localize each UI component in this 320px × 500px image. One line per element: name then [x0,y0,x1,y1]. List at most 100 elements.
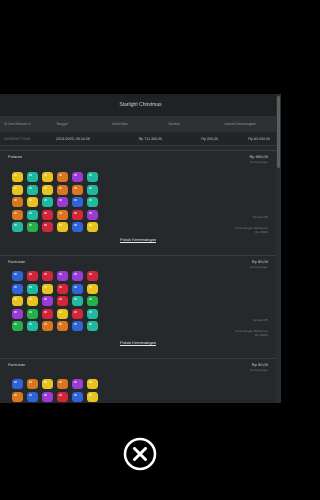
yellow-gem-icon [86,222,98,232]
yellow-gem-icon [26,296,38,306]
round-section: Runtuhan Rp 50,00 Kemenangan [0,358,276,403]
teal-gem-icon [11,222,23,232]
yellow-gem-icon [26,197,38,207]
purple-gem-icon [86,209,98,220]
yellow-gem-icon [41,172,53,182]
purple-gem-icon [11,308,23,319]
red-gem-icon [41,308,53,319]
orange-gem-icon [71,184,83,195]
teal-gem-icon [71,296,83,306]
purple-gem-icon [56,197,68,207]
round-section: Putaran Rp 900,00 Kemenangan Tempat 185 … [0,150,276,254]
round-name: Putaran [8,154,23,159]
blue-gem-icon [71,283,83,294]
teal-gem-icon [26,209,38,220]
blue-gem-icon [26,391,38,402]
round-amount: Rp 50,00 [251,362,268,367]
red-gem-icon [41,271,53,281]
yellow-gem-icon [41,283,53,294]
scroll-thumb[interactable] [277,96,280,168]
modal-title-bar: Starlight Christmas [0,94,281,116]
info-line: Rp 18000 [254,230,268,234]
header-win: Jumlah Dimenangkan [224,122,256,126]
purple-gem-icon [71,379,83,389]
round-amount: Rp 80,00 [251,259,268,264]
purple-gem-icon [41,391,53,402]
round-name: Runtuhan [8,259,26,264]
modal-title: Starlight Christmas [119,102,162,108]
teal-gem-icon [86,172,98,182]
round-amount-label: Kemenangan [250,265,268,269]
blue-gem-icon [71,197,83,207]
win-detail-link[interactable]: Pokok Kemenangan [0,237,276,242]
info-line: Tempat 185 [252,318,268,322]
yellow-gem-icon [56,308,68,319]
orange-gem-icon [56,321,68,331]
purple-gem-icon [71,271,83,281]
header-bet: Taruhan [168,122,180,126]
cell-balance: Rp 711.300,00 [138,136,162,141]
blue-gem-icon [11,379,23,389]
orange-gem-icon [11,391,23,402]
teal-gem-icon [86,321,98,331]
yellow-gem-icon [56,222,68,232]
scrollbar[interactable] [276,94,281,403]
info-line: Rp 18000 [254,333,268,337]
green-gem-icon [11,321,23,331]
teal-gem-icon [26,172,38,182]
cell-date: 22/11/2023, 05.34.35 [56,136,90,141]
symbol-grid [10,378,99,403]
yellow-gem-icon [86,379,98,389]
red-gem-icon [26,271,38,281]
blue-gem-icon [71,222,83,232]
orange-gem-icon [41,321,53,331]
symbol-grid [10,270,99,333]
round-name: Runtuhan [8,362,26,367]
blue-gem-icon [11,271,23,281]
teal-gem-icon [26,184,38,195]
blue-gem-icon [11,283,23,294]
yellow-gem-icon [11,296,23,306]
yellow-gem-icon [11,184,23,195]
teal-gem-icon [86,308,98,319]
round-info: Tempat 185 Kemenangan Berikutnya Rp 1800… [235,318,268,337]
teal-gem-icon [26,321,38,331]
round-info: Tempat 185 Kemenangan Berikutnya Rp 1800… [235,215,268,234]
yellow-gem-icon [86,283,98,294]
symbol-grid [10,171,99,234]
red-gem-icon [56,296,68,306]
yellow-gem-icon [41,379,53,389]
teal-gem-icon [86,197,98,207]
orange-gem-icon [11,197,23,207]
green-gem-icon [26,222,38,232]
header-balance: Saldo Baru [112,122,129,126]
table-header: ID Sesi Bermain # Tanggal Saldo Baru Tar… [0,116,281,132]
red-gem-icon [41,222,53,232]
cell-bet: Rp 200,00 [201,136,218,141]
orange-gem-icon [56,172,68,182]
info-line: Tempat 185 [252,215,268,219]
purple-gem-icon [71,172,83,182]
close-button[interactable] [123,437,157,471]
round-amount-label: Kemenangan [250,160,268,164]
red-gem-icon [56,283,68,294]
green-gem-icon [26,308,38,319]
teal-gem-icon [26,283,38,294]
red-gem-icon [71,308,83,319]
green-gem-icon [86,296,98,306]
header-session-id: ID Sesi Bermain # [4,122,31,126]
orange-gem-icon [56,209,68,220]
red-gem-icon [71,209,83,220]
red-gem-icon [41,209,53,220]
cell-win: Rp 63.000,00 [248,136,270,141]
orange-gem-icon [26,379,38,389]
yellow-gem-icon [11,172,23,182]
red-gem-icon [56,391,68,402]
game-history-modal: Starlight Christmas ID Sesi Bermain # Ta… [0,94,281,403]
round-section: Runtuhan Rp 80,00 Kemenangan Tempat 185 … [0,255,276,359]
yellow-gem-icon [86,391,98,402]
table-row[interactable]: 6335508771645 22/11/2023, 05.34.35 Rp 71… [0,132,281,146]
round-amount: Rp 900,00 [249,154,268,159]
win-detail-link[interactable]: Pokok Kemenangan [0,340,276,345]
orange-gem-icon [56,184,68,195]
